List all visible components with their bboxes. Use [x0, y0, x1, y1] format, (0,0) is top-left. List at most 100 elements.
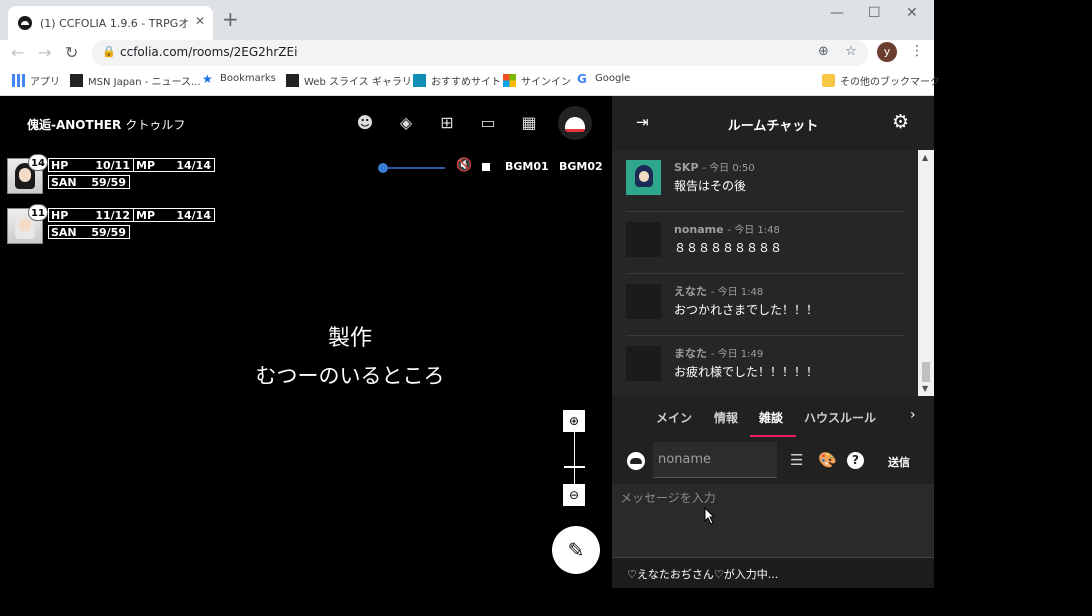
name-field[interactable]: noname [653, 442, 777, 478]
chat-scrollbar[interactable]: ▲ ▼ [918, 150, 934, 396]
tab-house-rules[interactable]: ハウスルール [804, 409, 876, 426]
initiative-badge: 14 [28, 154, 48, 171]
bookmark-web-slice[interactable]: Web スライス ギャラリー [286, 73, 422, 88]
stop-icon[interactable] [482, 163, 490, 171]
san-status: SAN 59/59 [48, 175, 130, 189]
character-icon[interactable]: ☻ [354, 112, 376, 134]
reload-icon[interactable]: ↻ [65, 43, 78, 62]
gear-icon[interactable]: ⚙ [892, 111, 909, 133]
san-status: SAN 59/59 [48, 225, 130, 239]
bookmark-apps[interactable]: アプリ [12, 73, 60, 88]
bookmark-msn[interactable]: MSN Japan - ニュース... [70, 73, 201, 88]
bookmark-bookmarks[interactable]: ★ Bookmarks [202, 73, 276, 86]
mute-icon[interactable]: 🔇 [456, 158, 472, 173]
apps-grid-icon [12, 74, 25, 87]
bookmark-signin[interactable]: サインイン [503, 73, 571, 88]
windows-icon [503, 74, 516, 87]
scene-icon[interactable]: ▦ [518, 112, 540, 134]
hp-status: HP 10/11 [48, 158, 134, 172]
user-avatar-button[interactable] [558, 106, 592, 140]
bgm-button-2[interactable]: BGM02 [559, 160, 603, 173]
bookmarks-bar: アプリ MSN Japan - ニュース... ★ Bookmarks Web ス… [0, 68, 940, 96]
zoom-slider-track[interactable] [574, 432, 575, 484]
web-slice-icon [286, 74, 299, 87]
zoom-slider-handle[interactable] [564, 466, 585, 468]
message-sender: えなた - 今日 1:48 [674, 285, 764, 298]
character-select-icon[interactable] [627, 452, 645, 470]
tab-title: (1) CCFOLIA 1.9.6 - TRPGオンライン [40, 17, 190, 30]
new-tab-button[interactable]: + [222, 9, 239, 29]
google-icon: G [577, 72, 587, 86]
bookmark-google[interactable]: G Google [577, 73, 630, 86]
msn-icon [70, 74, 83, 87]
profile-avatar[interactable]: y [877, 42, 897, 62]
help-icon[interactable]: ? [847, 452, 864, 469]
layers-icon[interactable]: ◈ [395, 112, 417, 134]
minimize-icon[interactable]: — [830, 5, 844, 21]
message-avatar[interactable] [626, 346, 661, 381]
palette-icon[interactable]: 🎨 [818, 451, 837, 469]
tab-main[interactable]: メイン [656, 409, 692, 426]
mp-status: MP 14/14 [133, 208, 215, 222]
chat-input-bar: noname ☰ 🎨 ? 送信 [612, 438, 934, 484]
tab-strip: (1) CCFOLIA 1.9.6 - TRPGオンライン ✕ + — ☐ ✕ [0, 0, 934, 40]
chat-title: ルームチャット [727, 119, 819, 134]
room-board[interactable]: 傀逅-ANOTHER クトゥルフ ☻ ◈ ⊞ ▭ ▦ 14 HP 10/11 MP… [0, 96, 612, 588]
chat-message: えなた - 今日 1:48 おつかれさまでした！！！ [626, 274, 904, 336]
close-tab-icon[interactable]: ✕ [195, 14, 205, 28]
star-icon[interactable]: ☆ [845, 44, 857, 59]
close-window-icon[interactable]: ✕ [906, 5, 918, 21]
zoom-out-icon[interactable]: ⊖ [563, 484, 585, 506]
browser-chrome: (1) CCFOLIA 1.9.6 - TRPGオンライン ✕ + — ☐ ✕ … [0, 0, 940, 96]
character-status-1[interactable]: 14 HP 10/11 MP 14/14 SAN 59/59 [7, 154, 217, 194]
message-avatar[interactable] [626, 160, 661, 195]
tab-chat[interactable]: 雑談 [759, 409, 783, 426]
message-text: 報告はその後 [674, 179, 747, 193]
zoom-in-icon[interactable]: ⊕ [563, 410, 585, 432]
chevron-right-icon[interactable]: › [910, 407, 916, 423]
address-bar[interactable]: 🔒 ccfolia.com/rooms/2EG2hrZEi ⊕ ☆ [92, 40, 868, 66]
volume-knob[interactable] [378, 163, 388, 173]
scroll-thumb[interactable] [922, 362, 930, 382]
message-avatar[interactable] [626, 222, 661, 257]
back-icon[interactable]: ← [11, 43, 24, 62]
character-status-2[interactable]: 11 HP 11/12 MP 14/14 SAN 59/59 [7, 204, 217, 244]
message-sender: noname - 今日 1:48 [674, 223, 780, 236]
forward-icon[interactable]: → [38, 43, 51, 62]
browser-toolbar: ← → ↻ 🔒 ccfolia.com/rooms/2EG2hrZEi ⊕ ☆ … [0, 40, 934, 68]
volume-slider[interactable] [375, 162, 447, 174]
message-text: お疲れ様でした！！！！！ [674, 365, 819, 379]
url-text: ccfolia.com/rooms/2EG2hrZEi [120, 45, 298, 59]
add-icon[interactable]: ⊕ [818, 44, 829, 59]
mp-status: MP 14/14 [133, 158, 215, 172]
scroll-down-icon[interactable]: ▼ [922, 384, 928, 393]
chat-tabs: メイン 情報 雑談 ハウスルール › [612, 396, 934, 438]
maximize-icon[interactable]: ☐ [868, 5, 881, 21]
typing-indicator: ♡えなたおぢさん♡が入力中... [612, 557, 934, 588]
folder-icon [822, 74, 835, 87]
bookmark-other[interactable]: その他のブックマーク [822, 73, 940, 88]
message-placeholder: メッセージを入力 [620, 491, 716, 505]
bing-icon [413, 74, 426, 87]
menu-icon[interactable]: ⋮ [910, 43, 924, 59]
send-button[interactable]: 送信 [888, 454, 910, 470]
chat-message: SKP - 今日 0:50 報告はその後 [626, 150, 904, 212]
browser-tab[interactable]: (1) CCFOLIA 1.9.6 - TRPGオンライン ✕ [8, 6, 213, 40]
chat-header: ⇥ ルームチャット ⚙ [612, 96, 934, 150]
chat-drawer: ⇥ ルームチャット ⚙ SKP - 今日 0:50 報告はその後 noname … [612, 96, 934, 588]
tab-info[interactable]: 情報 [714, 409, 738, 426]
initiative-badge: 11 [28, 204, 48, 221]
credit-name: むつーのいるところ [255, 364, 445, 388]
message-input[interactable]: メッセージを入力 [612, 484, 934, 557]
bgm-button-1[interactable]: BGM01 [505, 160, 549, 173]
screen-icon[interactable]: ▭ [477, 112, 499, 134]
scroll-up-icon[interactable]: ▲ [922, 153, 928, 162]
list-icon[interactable]: ☰ [790, 451, 803, 469]
edit-fab-button[interactable]: ✎ [552, 526, 600, 574]
room-title[interactable]: 傀逅-ANOTHER クトゥルフ [27, 116, 185, 133]
message-avatar[interactable] [626, 284, 661, 319]
message-list[interactable]: SKP - 今日 0:50 報告はその後 noname - 今日 1:48 ８８… [612, 150, 918, 396]
bookmark-bing[interactable]: おすすめサイト [413, 73, 501, 88]
add-note-icon[interactable]: ⊞ [436, 112, 458, 134]
message-text: ８８８８８８８８８ [674, 241, 783, 255]
